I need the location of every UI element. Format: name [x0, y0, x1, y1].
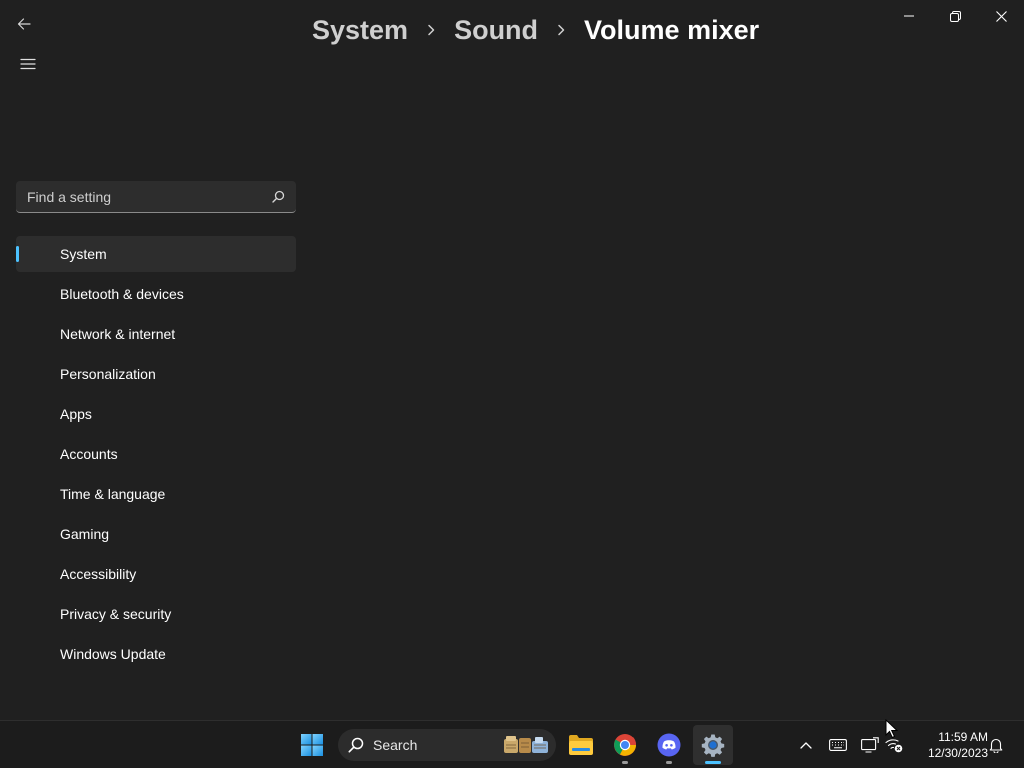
- notifications-button[interactable]: [982, 731, 1010, 759]
- display-icon: [861, 737, 879, 753]
- back-arrow-icon: [17, 18, 31, 30]
- sidebar-item-label: Network & internet: [60, 326, 176, 342]
- show-hidden-icons-button[interactable]: [792, 731, 820, 759]
- keyboard-icon: [829, 739, 847, 751]
- active-indicator: [705, 761, 721, 764]
- window-controls: [886, 0, 1024, 32]
- input-indicator-button[interactable]: [824, 731, 852, 759]
- chrome-icon: [614, 734, 637, 756]
- network-disconnected-icon: [885, 739, 903, 753]
- minimize-icon: [904, 15, 914, 17]
- windows-logo-icon: [301, 734, 323, 756]
- breadcrumb-sound[interactable]: Sound: [454, 15, 538, 46]
- taskbar-file-explorer[interactable]: [561, 725, 601, 765]
- settings-icon: [701, 734, 725, 757]
- running-indicator: [666, 761, 672, 764]
- taskbar-discord[interactable]: [649, 725, 689, 765]
- breadcrumb: System Sound Volume mixer: [312, 10, 759, 50]
- restore-icon: [949, 10, 961, 22]
- mouse-cursor-icon: [885, 719, 899, 739]
- sidebar-item-privacy-security[interactable]: Privacy & security: [16, 596, 296, 632]
- clock-date: 12/30/2023: [927, 746, 988, 760]
- sidebar-item-network-internet[interactable]: Network & internet: [16, 316, 296, 352]
- chevron-right-icon: [538, 24, 584, 36]
- sidebar-item-label: Privacy & security: [60, 606, 172, 622]
- sidebar-item-label: Accessibility: [60, 566, 137, 582]
- sidebar-item-windows-update[interactable]: Windows Update: [16, 636, 296, 672]
- sidebar-item-label: Windows Update: [60, 646, 166, 662]
- close-button[interactable]: [978, 0, 1024, 32]
- settings-window: System Sound Volume mixer System Bluetoo…: [0, 0, 1024, 720]
- navigation-menu-button[interactable]: [12, 48, 44, 80]
- taskbar: Search 11:59 AM 12/30/2023: [0, 720, 1024, 768]
- sidebar-nav: System Bluetooth & devices Network & int…: [16, 236, 296, 676]
- sidebar-item-label: Time & language: [60, 486, 166, 502]
- chevron-right-icon: [408, 24, 454, 36]
- running-indicator: [622, 761, 628, 764]
- back-button[interactable]: [8, 8, 40, 40]
- system-clock[interactable]: 11:59 AM 12/30/2023: [912, 729, 988, 761]
- sidebar-item-label: Apps: [60, 406, 92, 422]
- search-highlight-icon: [504, 736, 548, 753]
- sidebar-item-label: Gaming: [60, 526, 110, 542]
- settings-search: [16, 181, 296, 213]
- taskbar-chrome[interactable]: [605, 725, 645, 765]
- minimize-button[interactable]: [886, 0, 932, 32]
- sidebar-item-bluetooth-devices[interactable]: Bluetooth & devices: [16, 276, 296, 312]
- sidebar-item-label: Personalization: [60, 366, 156, 382]
- start-button[interactable]: [292, 725, 332, 765]
- sidebar-item-label: Bluetooth & devices: [60, 286, 184, 302]
- sidebar-item-accessibility[interactable]: Accessibility: [16, 556, 296, 592]
- bell-icon: [989, 738, 1003, 753]
- search-icon[interactable]: [260, 190, 296, 203]
- close-icon: [995, 10, 1007, 22]
- page-title: Volume mixer: [584, 14, 760, 45]
- discord-icon: [657, 733, 681, 757]
- sidebar-item-personalization[interactable]: Personalization: [16, 356, 296, 392]
- sidebar-item-time-language[interactable]: Time & language: [16, 476, 296, 512]
- taskbar-search-label: Search: [373, 737, 418, 753]
- sidebar-item-gaming[interactable]: Gaming: [16, 516, 296, 552]
- taskbar-search[interactable]: Search: [338, 729, 556, 761]
- clock-time: 11:59 AM: [938, 730, 988, 744]
- sidebar-item-label: Accounts: [60, 446, 118, 462]
- breadcrumb-system[interactable]: System: [312, 15, 408, 46]
- sidebar-item-apps[interactable]: Apps: [16, 396, 296, 432]
- chevron-up-icon: [800, 742, 812, 749]
- restore-button[interactable]: [932, 0, 978, 32]
- hamburger-icon: [20, 58, 36, 70]
- search-icon: [348, 737, 364, 753]
- sidebar-item-accounts[interactable]: Accounts: [16, 436, 296, 472]
- sidebar-item-label: System: [60, 246, 107, 262]
- file-explorer-icon: [569, 735, 593, 755]
- sidebar-item-system[interactable]: System: [16, 236, 296, 272]
- taskbar-settings[interactable]: [693, 725, 733, 765]
- search-input[interactable]: [16, 181, 260, 212]
